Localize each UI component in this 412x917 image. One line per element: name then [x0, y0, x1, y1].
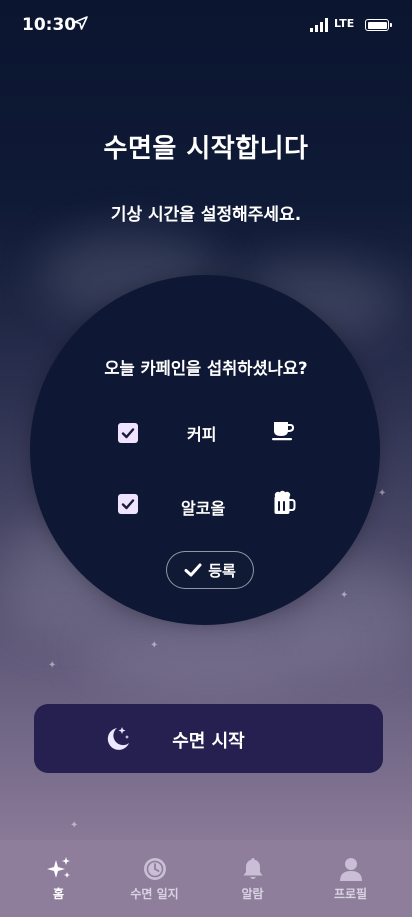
bell-icon	[243, 858, 262, 879]
tab-sleep-diary[interactable]: 수면 일지	[103, 840, 206, 917]
caffeine-question: 오늘 카페인을 섭취하셨나요?	[104, 359, 308, 378]
signal-icon	[310, 18, 328, 32]
register-label: 등록	[208, 561, 236, 580]
tab-profile-label: 프로필	[333, 887, 368, 901]
alcohol-label: 알코올	[181, 499, 226, 518]
tab-home[interactable]: 홈	[7, 840, 110, 917]
clock-icon	[143, 858, 166, 880]
network-type: LTE	[334, 17, 355, 30]
beer-mug-icon	[274, 490, 296, 514]
tab-profile[interactable]: 프로필	[299, 840, 402, 917]
start-sleep-button[interactable]: 수면 시작	[34, 704, 383, 773]
location-arrow-icon	[74, 16, 88, 30]
battery-icon	[365, 19, 392, 31]
status-bar: 10:30 LTE	[0, 0, 412, 52]
check-icon	[121, 428, 135, 439]
tab-alarm-label: 알람	[241, 887, 264, 901]
tab-sleep-diary-label: 수면 일지	[130, 887, 179, 901]
bottom-tab-bar: 홈 수면 일지 알람 프로필	[0, 840, 412, 917]
wake-time-prompt[interactable]: 기상 시간을 설정해주세요.	[0, 200, 412, 225]
coffee-checkbox[interactable]	[118, 423, 138, 443]
coffee-cup-icon	[272, 422, 295, 441]
person-icon	[339, 858, 362, 881]
tab-alarm[interactable]: 알람	[201, 840, 304, 917]
status-time: 10:30	[22, 15, 77, 35]
alcohol-checkbox[interactable]	[118, 494, 138, 514]
sparkles-icon	[46, 857, 70, 878]
check-icon	[184, 563, 202, 577]
tab-home-label: 홈	[52, 887, 65, 901]
check-icon	[121, 499, 135, 510]
page-title: 수면을 시작합니다	[103, 134, 309, 164]
start-sleep-label: 수면 시작	[172, 731, 245, 752]
register-button[interactable]: 등록	[166, 551, 254, 589]
coffee-label: 커피	[187, 425, 217, 444]
